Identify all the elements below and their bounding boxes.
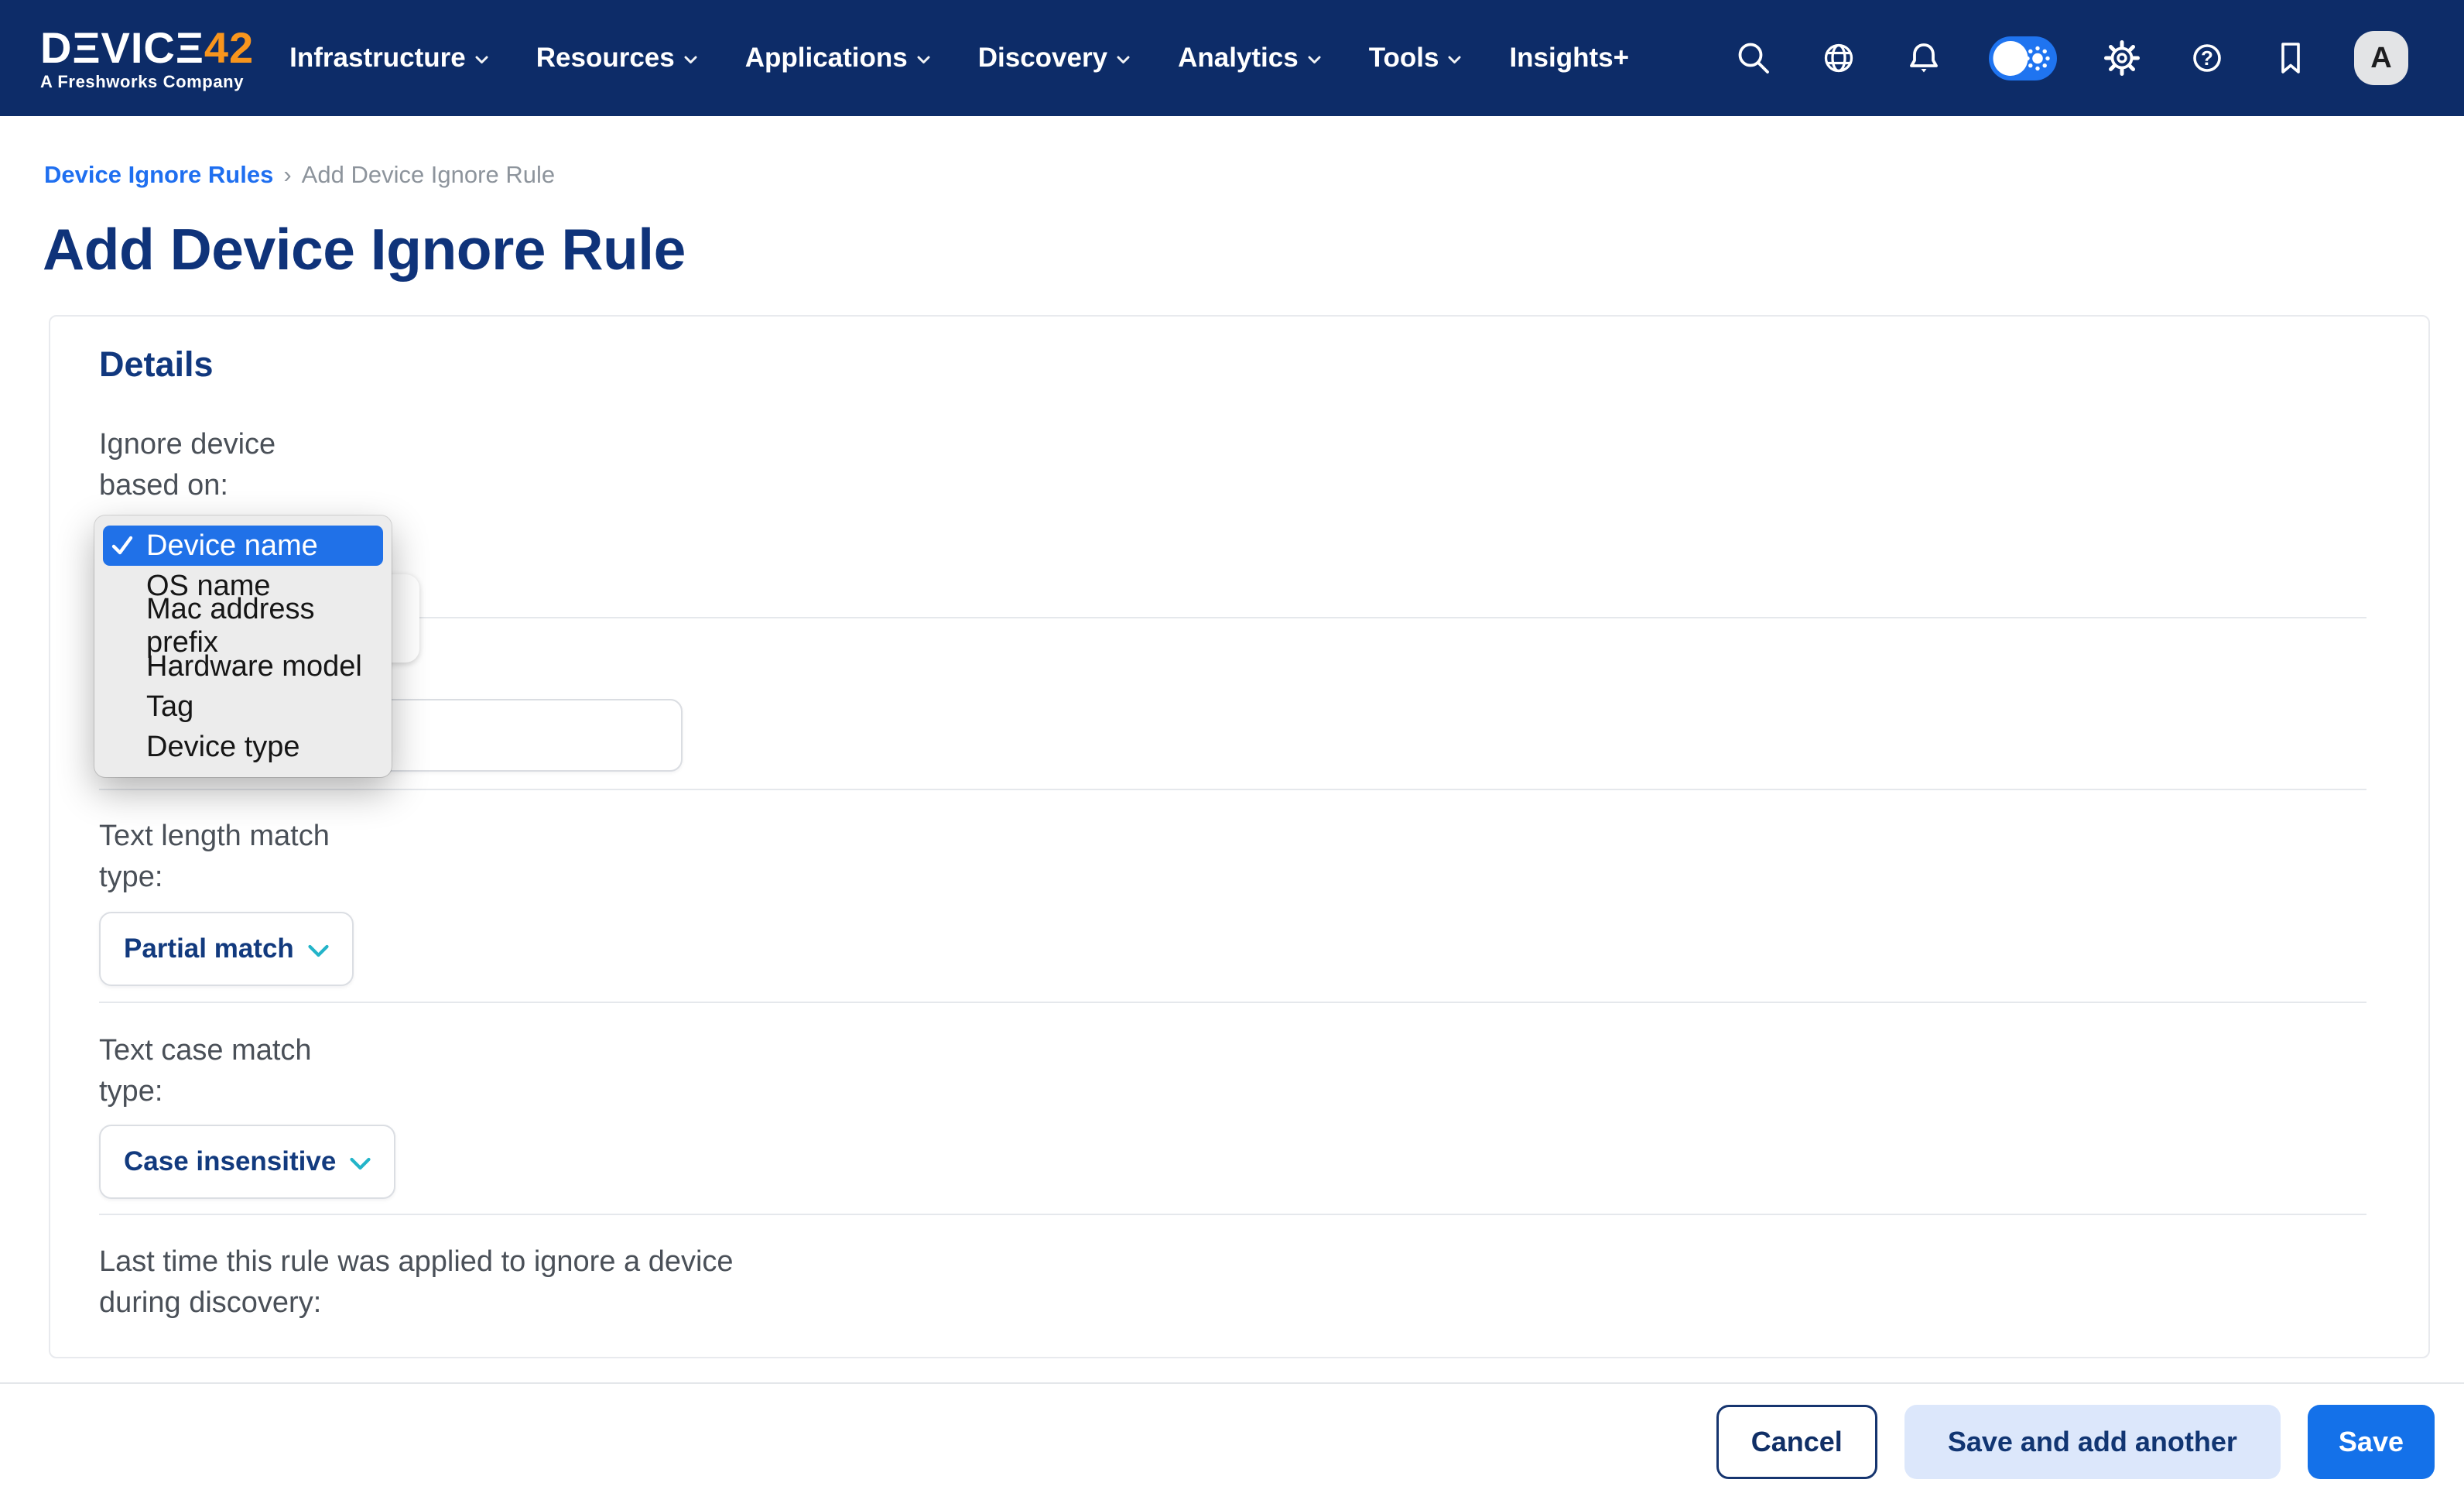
nav-item-infrastructure[interactable]: Infrastructure [289,43,488,74]
nav-item-applications[interactable]: Applications [745,43,930,74]
dropdown-option-label: Device name [146,529,318,563]
top-nav-bar: DΞVICΞ42 A Freshworks Company Infrastruc… [0,0,2464,116]
chevron-down-icon [308,944,329,957]
nav-item-label: Tools [1369,43,1439,74]
cancel-button[interactable]: Cancel [1716,1405,1877,1479]
save-button[interactable]: Save [2308,1405,2435,1479]
dropdown-option-device-name[interactable]: Device name [103,526,383,566]
dropdown-option-tag[interactable]: Tag [103,687,383,727]
section-divider [99,1002,2366,1003]
section-heading-details: Details [99,344,214,385]
nav-item-insights-plus[interactable]: Insights+ [1509,43,1629,74]
nav-item-label: Analytics [1178,43,1299,74]
chevron-down-icon [917,56,930,64]
nav-item-label: Infrastructure [289,43,466,74]
nav-icon-group: ? A [1733,31,2408,85]
chevron-down-icon [475,56,488,64]
last-applied-label: Last time this rule was applied to ignor… [99,1241,796,1324]
nav-item-discovery[interactable]: Discovery [978,43,1130,74]
page: DΞVICΞ42 A Freshworks Company Infrastruc… [0,0,2464,1500]
nav-item-label: Discovery [978,43,1107,74]
section-divider [99,1214,2366,1215]
chevron-down-icon [1117,56,1130,64]
help-icon[interactable]: ? [2187,38,2227,78]
breadcrumb: Device Ignore Rules › Add Device Ignore … [44,161,555,189]
section-divider [99,617,2366,618]
text-length-match-label: Text length match type: [99,816,362,898]
nav-item-analytics[interactable]: Analytics [1178,43,1321,74]
dropdown-option-device-type[interactable]: Device type [103,727,383,767]
text-case-match-label: Text case match type: [99,1030,347,1112]
nav-item-tools[interactable]: Tools [1369,43,1462,74]
bookmark-icon[interactable] [2272,38,2309,78]
logo-wordmark: DΞVICΞ42 [40,26,254,70]
dropdown-option-label: Device type [146,731,300,764]
ignore-based-on-label: Ignore device based on: [99,424,300,506]
text-case-match-select[interactable]: Case insensitive [99,1125,395,1199]
nav-item-label: Insights+ [1509,43,1629,74]
settings-gear-icon[interactable] [2102,38,2142,78]
chevron-down-icon [350,1157,371,1170]
dropdown-option-label: Hardware model [146,650,362,683]
avatar[interactable]: A [2354,31,2408,85]
text-length-match-value: Partial match [124,933,294,964]
notifications-bell-icon[interactable] [1904,38,1944,78]
page-title: Add Device Ignore Rule [43,214,686,285]
save-and-add-another-button[interactable]: Save and add another [1904,1405,2281,1479]
nav-item-label: Applications [745,43,908,74]
logo-text: DΞVICΞ [40,23,204,72]
globe-icon[interactable] [1819,38,1859,78]
theme-toggle[interactable] [1989,36,2057,80]
search-icon[interactable] [1733,38,1774,78]
logo-tagline: A Freshworks Company [40,74,254,91]
avatar-initial: A [2370,42,2391,75]
breadcrumb-link-device-ignore-rules[interactable]: Device Ignore Rules [44,161,273,189]
logo-accent-42: 42 [204,23,254,72]
nav-item-label: Resources [536,43,675,74]
ignore-based-on-dropdown-popup: Device name OS name Mac address prefix H… [94,515,392,777]
details-card: Details Ignore device based on: Text len… [49,315,2430,1358]
dropdown-option-mac-address-prefix[interactable]: Mac address prefix [103,606,383,646]
dropdown-option-hardware-model[interactable]: Hardware model [103,646,383,687]
chevron-down-icon [1448,56,1461,64]
text-length-match-select[interactable]: Partial match [99,912,354,986]
dropdown-option-label: Tag [146,690,193,724]
svg-text:?: ? [2201,46,2213,70]
breadcrumb-current: Add Device Ignore Rule [302,161,555,189]
nav-menu: Infrastructure Resources Applications Di… [289,43,1629,74]
nav-item-resources[interactable]: Resources [536,43,697,74]
footer-action-bar: Cancel Save and add another Save [0,1382,2464,1500]
breadcrumb-separator: › [283,161,291,189]
device42-logo[interactable]: DΞVICΞ42 A Freshworks Company [40,26,254,91]
chevron-down-icon [684,56,697,64]
text-case-match-value: Case insensitive [124,1146,336,1177]
section-divider [99,789,2366,790]
chevron-down-icon [1308,56,1321,64]
checkmark-icon [109,533,146,559]
